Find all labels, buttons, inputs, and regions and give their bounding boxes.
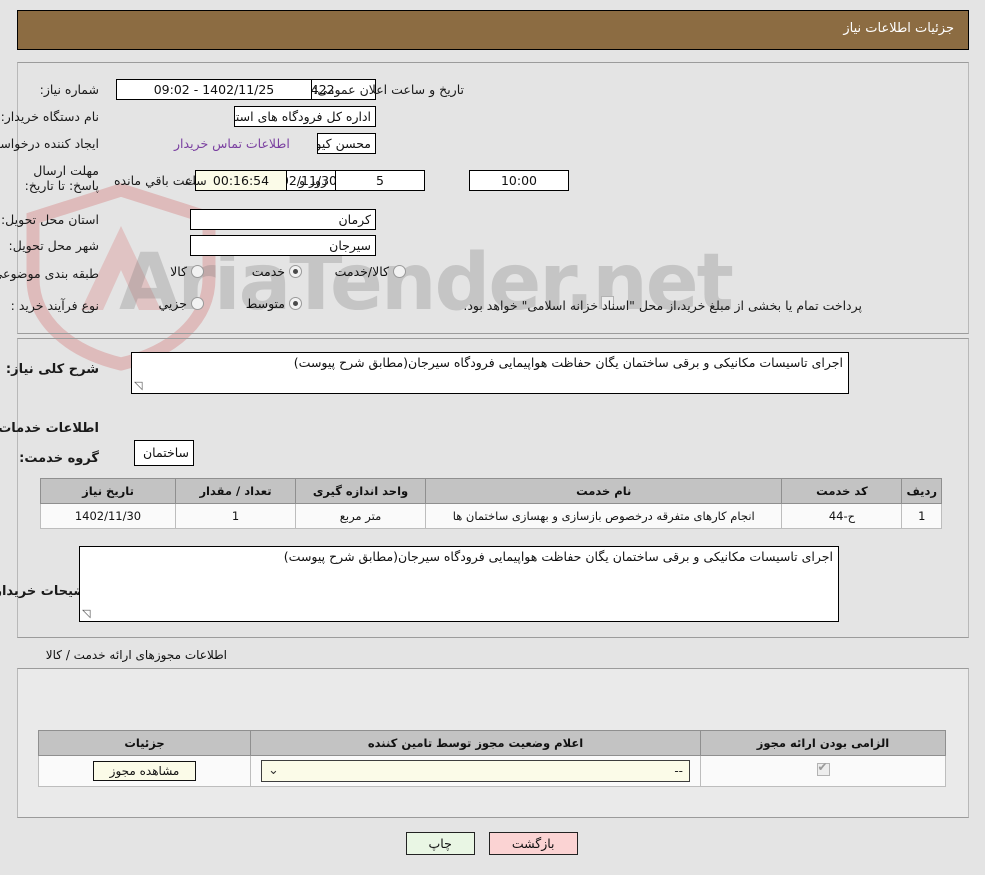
cell-unit: متر مربع	[296, 503, 427, 529]
public-announce-value[interactable]: 1402/11/25 - 09:02	[117, 79, 313, 100]
page-title: جزئیات اطلاعات نیاز	[844, 21, 955, 36]
radio-indicator[interactable]	[394, 265, 407, 278]
remaining-time-value[interactable]: 00:16:54	[196, 170, 288, 191]
col-radif: ردیف	[902, 478, 943, 504]
public-announce-label: تاریخ و ساعت اعلان عمومی:	[314, 82, 465, 97]
buyer-org-value[interactable]: اداره کل فرودگاه های استان کرمان	[235, 106, 377, 127]
check-icon: ✔	[818, 760, 829, 774]
table-row[interactable]: 1 ح-44 انجام کارهای متفرقه درخصوص بازساز…	[41, 503, 943, 529]
process-radio-label: متوسط	[246, 296, 286, 311]
remaining-time-label: ساعت باقي مانده	[115, 173, 208, 188]
radio-indicator[interactable]	[290, 265, 303, 278]
category-radio-label: خدمت	[252, 264, 286, 279]
process-label: نوع فرآیند خرید :	[11, 298, 100, 313]
category-radio-khedmat[interactable]: خدمت	[253, 264, 303, 279]
buyer-notes-value: اجرای تاسیسات مکانیکی و برقی ساختمان یگا…	[284, 549, 834, 564]
general-need-label: شرح کلی نیاز:	[6, 362, 100, 377]
cell-name: انجام کارهای متفرقه درخصوص بازسازی و بهس…	[425, 503, 784, 529]
deadline-hour-value[interactable]: 10:00	[470, 170, 570, 191]
category-radio-kala[interactable]: کالا	[171, 264, 205, 279]
province-label: استان محل تحویل:	[1, 212, 100, 227]
deadline-label: مهلت ارسال پاسخ: تا تاریخ:	[25, 163, 100, 193]
category-radio-label: کالا/خدمت	[335, 264, 390, 279]
col-permit-details: جزئیات	[39, 730, 252, 756]
radio-indicator[interactable]	[192, 265, 205, 278]
col-unit: واحد اندازه گیری	[296, 478, 427, 504]
resize-handle-icon[interactable]: ◸	[135, 379, 143, 392]
cell-permit-details: مشاهده مجوز	[39, 755, 252, 787]
col-qty: تعداد / مقدار	[176, 478, 297, 504]
permits-table: الزامی بودن ارائه مجوز اعلام وضعیت مجوز …	[39, 730, 947, 787]
city-label: شهر محل تحویل:	[9, 238, 100, 253]
cell-radif: 1	[902, 503, 943, 529]
buyer-org-label: نام دستگاه خریدار:	[1, 109, 100, 124]
services-table: ردیف کد خدمت نام خدمت واحد اندازه گیری ت…	[41, 478, 943, 529]
creator-value[interactable]: محسن کیوانی زاده تکنسین مراقبت پرواز ادا…	[318, 133, 377, 154]
need-number-label: شماره نیاز:	[40, 82, 100, 97]
process-radio-motavaset[interactable]: متوسط	[247, 296, 303, 311]
cell-permit-required: ✔	[701, 755, 947, 787]
footer-buttons: بازگشت چاپ	[0, 832, 985, 855]
cell-permit-status: ⌄ --	[251, 755, 702, 787]
category-radio-kala-khedmat[interactable]: کالا/خدمت	[336, 264, 407, 279]
col-code: کد خدمت	[782, 478, 904, 504]
remaining-days-value[interactable]: 5	[336, 170, 426, 191]
services-table-header-row: ردیف کد خدمت نام خدمت واحد اندازه گیری ت…	[41, 478, 943, 504]
general-need-textarea[interactable]: اجرای تاسیسات مکانیکی و برقی ساختمان یگا…	[132, 352, 850, 394]
chevron-down-icon: ⌄	[269, 763, 280, 778]
view-permit-button[interactable]: مشاهده مجوز	[93, 761, 198, 781]
buyer-contact-link[interactable]: اطلاعات تماس خریدار	[175, 136, 291, 151]
service-group-value[interactable]: ساختمان	[135, 440, 195, 466]
process-radio-label: جزیي	[159, 296, 188, 311]
cell-code: ح-44	[782, 503, 904, 529]
col-permit-status: اعلام وضعیت مجوز توسط تامین کننده	[251, 730, 702, 756]
remaining-days-label: روز و	[300, 173, 329, 188]
buyer-notes-textarea[interactable]: اجرای تاسیسات مکانیکی و برقی ساختمان یگا…	[80, 546, 840, 622]
permit-required-checkbox: ✔	[817, 760, 831, 776]
radio-indicator[interactable]	[290, 297, 303, 310]
col-permit-required: الزامی بودن ارائه مجوز	[701, 730, 947, 756]
creator-label: ایجاد کننده درخواست:	[0, 136, 100, 151]
city-value[interactable]: سیرجان	[191, 235, 377, 256]
resize-handle-icon[interactable]: ◸	[83, 607, 91, 620]
permits-section-label: اطلاعات مجوزهای ارائه خدمت / کالا	[46, 648, 228, 662]
back-button[interactable]: بازگشت	[489, 832, 579, 855]
general-need-value: اجرای تاسیسات مکانیکی و برقی ساختمان یگا…	[294, 355, 844, 370]
print-button[interactable]: چاپ	[406, 832, 476, 855]
treasury-text: پرداخت تمام یا بخشی از مبلغ خرید،از محل …	[464, 298, 863, 313]
permit-status-value: --	[675, 764, 684, 778]
services-info-heading: اطلاعات خدمات مورد نیاز	[0, 421, 100, 436]
radio-indicator[interactable]	[192, 297, 205, 310]
province-value[interactable]: کرمان	[191, 209, 377, 230]
category-radio-label: کالا	[171, 264, 188, 279]
col-name: نام خدمت	[425, 478, 784, 504]
permits-table-header-row: الزامی بودن ارائه مجوز اعلام وضعیت مجوز …	[39, 730, 947, 756]
table-row[interactable]: ✔ ⌄ -- مشاهده مجوز	[39, 755, 947, 787]
cell-qty: 1	[176, 503, 297, 529]
category-label: طبقه بندی موضوعی:	[0, 266, 100, 281]
page-header: جزئیات اطلاعات نیاز	[18, 10, 970, 50]
process-radio-jozi[interactable]: جزیي	[159, 296, 205, 311]
cell-date: 1402/11/30	[41, 503, 177, 529]
service-group-label: گروه خدمت:	[20, 451, 100, 466]
need-summary-panel	[18, 62, 970, 334]
permit-status-select[interactable]: ⌄ --	[262, 760, 691, 782]
col-date: تاریخ نیاز	[41, 478, 177, 504]
